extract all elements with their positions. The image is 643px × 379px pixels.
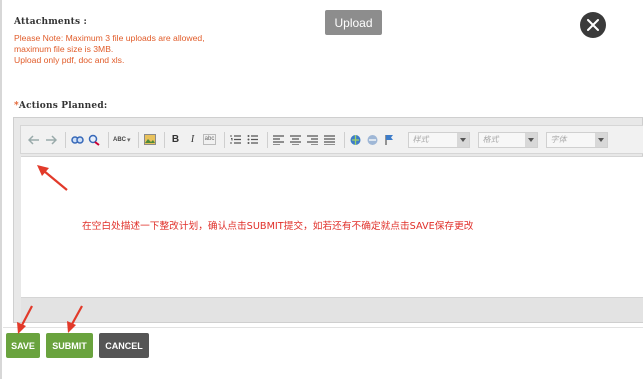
editor-content-area[interactable]: 在空白处描述一下整改计划，确认点击SUBMIT提交，如若还有不确定就点击SAVE… <box>21 156 643 298</box>
submit-button[interactable]: SUBMIT <box>46 333 93 358</box>
format-combo-label: 格式 <box>482 135 499 144</box>
rich-text-editor: ABC ▾ B I abc 样式 格式 字体 在空白处描述一下整改计划，确认点击S… <box>13 117 643 323</box>
toolbar-separator <box>108 131 109 148</box>
ordered-list-icon[interactable] <box>229 131 243 148</box>
unordered-list-icon[interactable] <box>246 131 260 148</box>
strikethrough-icon[interactable]: abc <box>202 131 217 148</box>
upload-note-line: maximum file size is 3MB. <box>14 44 114 54</box>
save-button[interactable]: SAVE <box>6 333 40 358</box>
toolbar-separator <box>343 131 345 148</box>
redo-icon[interactable] <box>44 131 58 148</box>
spellcheck-icon[interactable]: ABC ▾ <box>113 131 131 148</box>
unlink-icon[interactable] <box>366 131 380 148</box>
image-icon[interactable] <box>143 131 157 148</box>
close-button[interactable] <box>580 12 606 38</box>
chevron-down-icon <box>594 132 607 147</box>
replace-icon[interactable] <box>87 131 101 148</box>
link-icon[interactable] <box>349 131 363 148</box>
find-icon[interactable] <box>70 131 84 148</box>
left-border <box>0 0 2 379</box>
strikethrough-label: abc <box>202 134 217 145</box>
cancel-button[interactable]: CANCEL <box>99 333 149 358</box>
upload-button[interactable]: Upload <box>325 10 382 35</box>
upload-note: Please Note: Maximum 3 file uploads are … <box>14 33 244 66</box>
chevron-down-icon <box>524 132 537 147</box>
undo-icon[interactable] <box>27 131 41 148</box>
anchor-icon[interactable] <box>383 131 397 148</box>
actions-planned-label: *Actions Planned: <box>14 101 107 111</box>
toolbar-separator <box>266 131 268 148</box>
editor-instruction-text: 在空白处描述一下整改计划，确认点击SUBMIT提交，如若还有不确定就点击SAVE… <box>82 221 474 232</box>
footer-divider <box>3 327 643 328</box>
spellcheck-label: ABC <box>113 136 126 143</box>
upload-note-line: Upload only pdf, doc and xls. <box>14 55 125 65</box>
attachments-label: Attachments : <box>14 17 88 27</box>
style-combo[interactable]: 样式 <box>407 131 470 148</box>
toolbar-separator <box>137 131 139 148</box>
align-left-icon[interactable] <box>272 131 286 148</box>
font-combo[interactable]: 字体 <box>545 131 608 148</box>
format-combo[interactable]: 格式 <box>477 131 538 148</box>
upload-note-line: Please Note: Maximum 3 file uploads are … <box>14 33 205 43</box>
font-combo-label: 字体 <box>550 135 567 144</box>
toolbar-separator <box>163 131 165 148</box>
chevron-down-icon <box>456 132 469 147</box>
style-combo-label: 样式 <box>412 135 429 144</box>
editor-toolbar: ABC ▾ B I abc 样式 格式 字体 <box>20 125 643 154</box>
toolbar-separator <box>223 131 225 148</box>
toolbar-separator <box>65 131 66 148</box>
align-right-icon[interactable] <box>306 131 320 148</box>
bold-icon[interactable]: B <box>169 131 183 148</box>
close-icon <box>587 16 599 35</box>
editor-status-bar <box>21 298 643 322</box>
align-justify-icon[interactable] <box>323 131 337 148</box>
actions-planned-text: Actions Planned: <box>18 101 108 111</box>
italic-icon[interactable]: I <box>186 131 200 148</box>
align-center-icon[interactable] <box>289 131 303 148</box>
